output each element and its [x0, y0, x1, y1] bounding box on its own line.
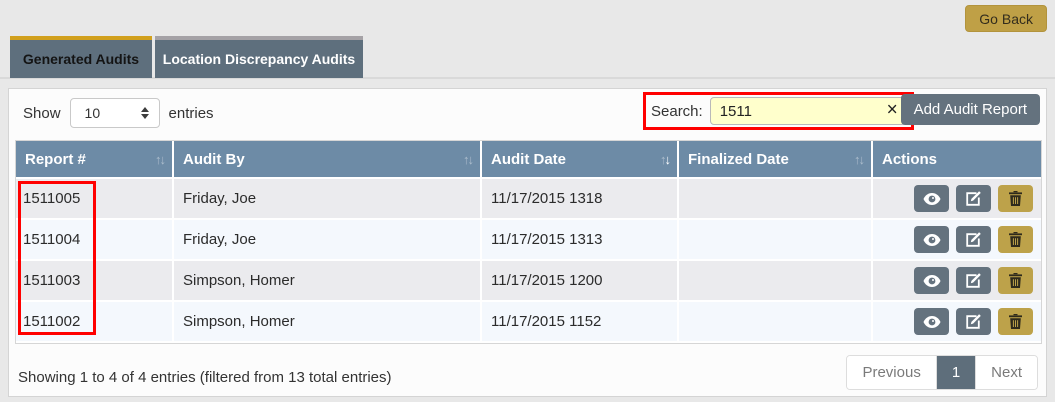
view-button[interactable]	[914, 308, 949, 335]
column-header-label: Actions	[882, 151, 937, 168]
tab-label: Generated Audits	[23, 51, 139, 67]
entries-label: entries	[169, 105, 214, 122]
edit-button[interactable]	[956, 267, 991, 294]
table-header-row: Report # ↑↓ Audit By ↑↓ Audit Date ↑↓ Fi…	[16, 141, 1041, 178]
view-button[interactable]	[914, 226, 949, 253]
column-header-label: Audit By	[183, 151, 245, 168]
audit-by-cell: Friday, Joe	[173, 219, 481, 260]
page-1-button[interactable]: 1	[936, 356, 975, 389]
edit-button[interactable]	[956, 308, 991, 335]
column-header[interactable]: Report # ↑↓	[16, 141, 173, 178]
actions-cell	[872, 301, 1041, 342]
audit-date-cell: 11/17/2015 1152	[481, 301, 678, 342]
entries-summary: Showing 1 to 4 of 4 entries (filtered fr…	[18, 369, 392, 386]
actions-cell	[872, 260, 1041, 301]
trash-icon	[1009, 273, 1022, 288]
edit-button[interactable]	[956, 226, 991, 253]
search-box: ×	[710, 97, 906, 125]
audit-date-cell: 11/17/2015 1318	[481, 178, 678, 219]
audit-date-cell: 11/17/2015 1313	[481, 219, 678, 260]
annotation-box-search: Search: ×	[643, 92, 914, 130]
finalized-date-cell	[678, 178, 872, 219]
trash-icon	[1009, 191, 1022, 206]
next-page-button[interactable]: Next	[975, 356, 1037, 389]
previous-page-button[interactable]: Previous	[847, 356, 935, 389]
page-size-value: 10	[85, 105, 141, 121]
table-row: 1511005 Friday, Joe 11/17/2015 1318	[16, 178, 1041, 219]
finalized-date-cell	[678, 260, 872, 301]
audits-table-wrap: Report # ↑↓ Audit By ↑↓ Audit Date ↑↓ Fi…	[15, 140, 1042, 344]
edit-pencil-icon	[966, 273, 981, 288]
report-number-cell: 1511002	[16, 301, 173, 342]
page-size-select[interactable]: 10	[70, 98, 160, 128]
edit-button[interactable]	[956, 185, 991, 212]
report-number-cell: 1511003	[16, 260, 173, 301]
audit-by-cell: Friday, Joe	[173, 178, 481, 219]
search-label: Search:	[651, 103, 703, 120]
table-row: 1511002 Simpson, Homer 11/17/2015 1152	[16, 301, 1041, 342]
audit-by-cell: Simpson, Homer	[173, 301, 481, 342]
trash-icon	[1009, 314, 1022, 329]
eye-icon	[923, 275, 941, 287]
audits-panel: Show 10 entries Search: × Add Audit Repo…	[8, 88, 1047, 397]
audit-date-cell: 11/17/2015 1200	[481, 260, 678, 301]
go-back-button[interactable]: Go Back	[965, 5, 1047, 32]
add-audit-report-button[interactable]: Add Audit Report	[901, 94, 1040, 125]
column-header-label: Report #	[25, 151, 86, 168]
trash-icon	[1009, 232, 1022, 247]
delete-button[interactable]	[998, 308, 1033, 335]
sort-icon: ↑↓	[155, 152, 164, 167]
sort-icon: ↑↓	[854, 152, 863, 167]
actions-cell	[872, 219, 1041, 260]
edit-pencil-icon	[966, 191, 981, 206]
table-row: 1511004 Friday, Joe 11/17/2015 1313	[16, 219, 1041, 260]
audit-by-cell: Simpson, Homer	[173, 260, 481, 301]
audit-reports-page: Go Back Generated Audits Location Discre…	[0, 0, 1055, 402]
column-header: Actions	[872, 141, 1041, 178]
column-header-label: Audit Date	[491, 151, 566, 168]
actions-cell	[872, 178, 1041, 219]
sort-icon: ↑↓	[660, 152, 669, 167]
finalized-date-cell	[678, 301, 872, 342]
tab-generated-audits[interactable]: Generated Audits	[10, 36, 152, 78]
eye-icon	[923, 234, 941, 246]
delete-button[interactable]	[998, 185, 1033, 212]
edit-pencil-icon	[966, 232, 981, 247]
sort-icon: ↑↓	[463, 152, 472, 167]
pagination: Previous 1 Next	[846, 355, 1038, 390]
search-input[interactable]	[710, 97, 906, 125]
column-header[interactable]: Audit Date ↑↓	[481, 141, 678, 178]
report-number-cell: 1511004	[16, 219, 173, 260]
tab-bar: Generated Audits Location Discrepancy Au…	[10, 36, 363, 78]
view-button[interactable]	[914, 267, 949, 294]
show-label: Show	[23, 105, 61, 122]
delete-button[interactable]	[998, 267, 1033, 294]
select-stepper-icon	[141, 107, 149, 119]
audits-table: Report # ↑↓ Audit By ↑↓ Audit Date ↑↓ Fi…	[16, 141, 1041, 343]
finalized-date-cell	[678, 219, 872, 260]
eye-icon	[923, 316, 941, 328]
delete-button[interactable]	[998, 226, 1033, 253]
table-row: 1511003 Simpson, Homer 11/17/2015 1200	[16, 260, 1041, 301]
column-header[interactable]: Finalized Date ↑↓	[678, 141, 872, 178]
clear-search-icon[interactable]: ×	[887, 101, 898, 120]
view-button[interactable]	[914, 185, 949, 212]
tab-label: Location Discrepancy Audits	[163, 51, 355, 67]
show-entries-control: Show 10 entries	[23, 98, 214, 128]
edit-pencil-icon	[966, 314, 981, 329]
column-header-label: Finalized Date	[688, 151, 789, 168]
column-header[interactable]: Audit By ↑↓	[173, 141, 481, 178]
eye-icon	[923, 193, 941, 205]
tab-location-discrepancy-audits[interactable]: Location Discrepancy Audits	[155, 36, 363, 78]
report-number-cell: 1511005	[16, 178, 173, 219]
